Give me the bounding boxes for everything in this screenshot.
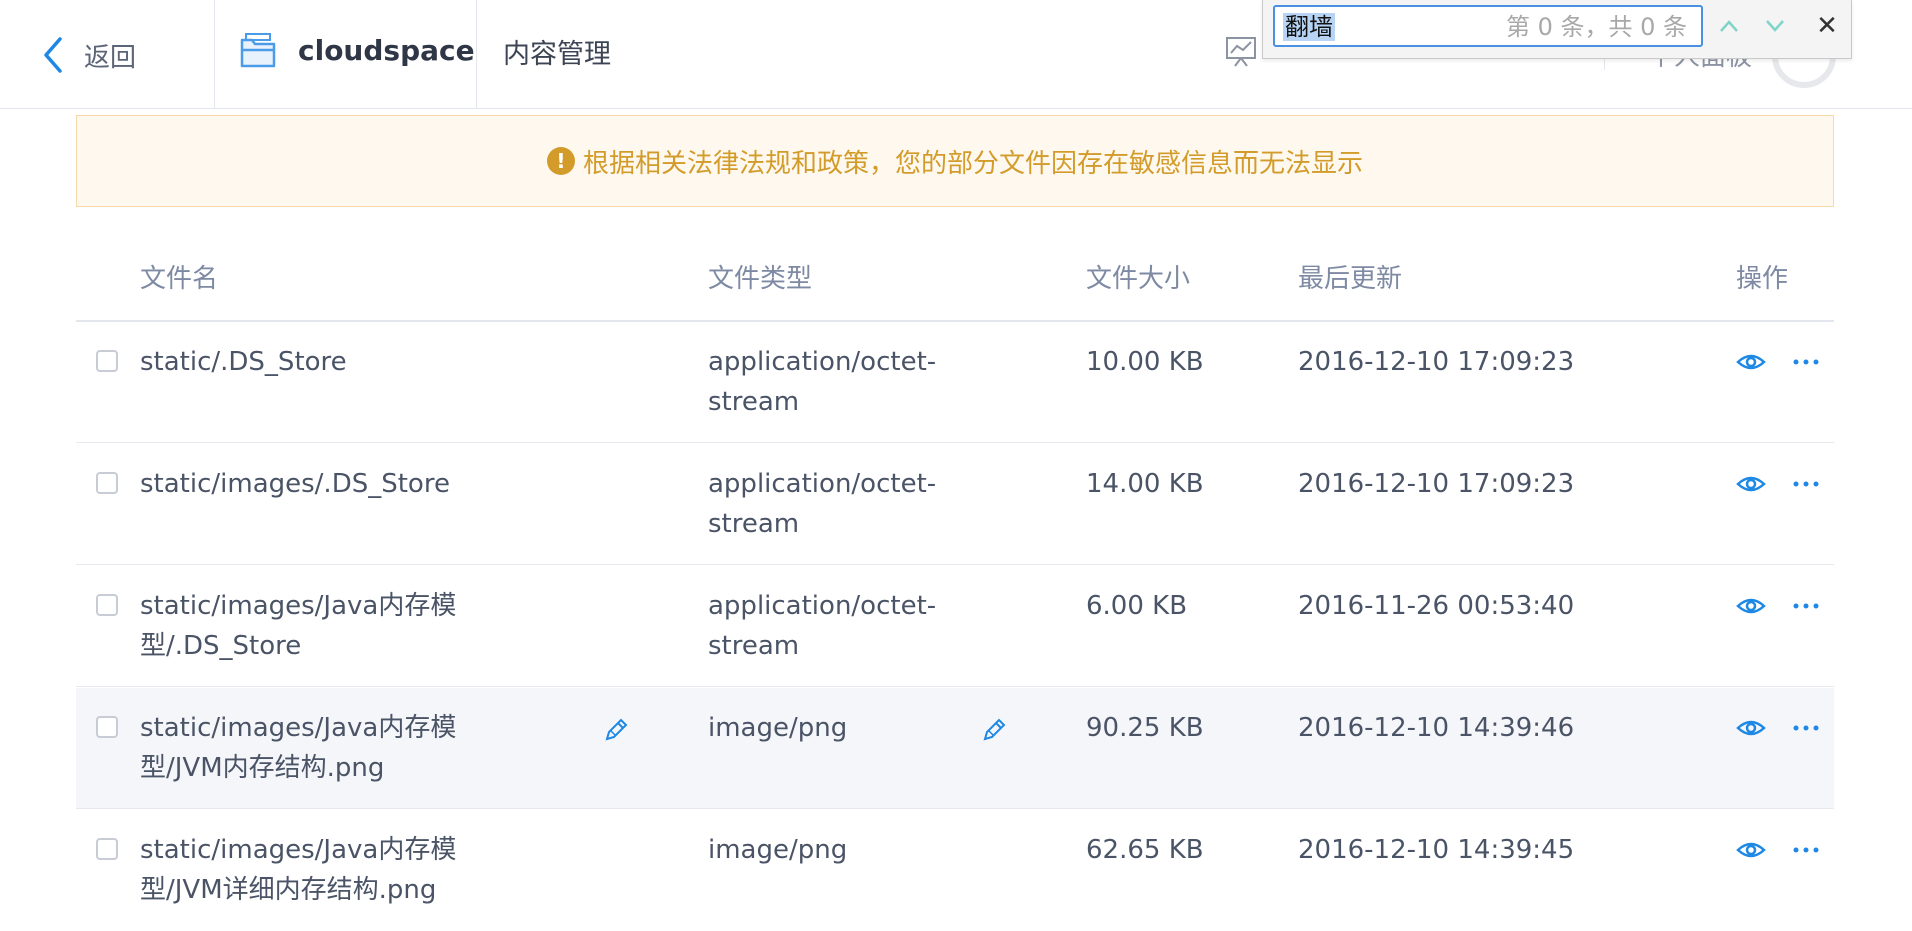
row-checkbox[interactable] <box>96 838 118 860</box>
pencil-icon[interactable] <box>602 716 630 744</box>
header-divider <box>476 0 477 108</box>
file-updated: 2016-12-10 14:39:45 <box>1298 835 1575 865</box>
find-next-button[interactable] <box>1757 10 1793 42</box>
table-row[interactable]: static/images/Java内存模型/JVM详细内存结构.png ima… <box>76 810 1834 931</box>
pencil-icon[interactable] <box>980 716 1008 744</box>
file-name[interactable]: static/images/Java内存模型/JVM详细内存结构.png <box>140 830 500 910</box>
find-match-count: 第 0 条，共 0 条 <box>1505 13 1687 41</box>
find-query: 翻墙 <box>1283 13 1335 41</box>
row-checkbox[interactable] <box>96 472 118 494</box>
file-type: application/octet-stream <box>708 591 937 661</box>
file-updated: 2016-12-10 17:09:23 <box>1298 469 1575 499</box>
row-checkbox[interactable] <box>96 716 118 738</box>
row-checkbox[interactable] <box>96 594 118 616</box>
file-name[interactable]: static/images/Java内存模型/.DS_Store <box>140 586 500 666</box>
column-header-actions: 操作 <box>1736 264 1789 294</box>
module-title: 内容管理 <box>503 39 611 70</box>
table-row[interactable]: static/images/.DS_Store application/octe… <box>76 444 1834 565</box>
file-updated: 2016-11-26 00:53:40 <box>1298 591 1575 621</box>
file-size: 6.00 KB <box>1086 591 1188 621</box>
file-updated: 2016-12-10 17:09:23 <box>1298 347 1575 377</box>
eye-icon[interactable] <box>1736 350 1766 374</box>
file-type: application/octet-stream <box>708 469 937 539</box>
file-name[interactable]: static/.DS_Store <box>140 342 500 382</box>
header-divider <box>214 0 215 108</box>
bucket-folder-icon <box>240 33 276 68</box>
eye-icon[interactable] <box>1736 838 1766 862</box>
close-icon: ✕ <box>1816 11 1838 41</box>
back-label: 返回 <box>84 42 137 73</box>
eye-icon[interactable] <box>1736 716 1766 740</box>
exclamation-circle-icon: ! <box>546 147 575 175</box>
sensitive-content-notice: ! 根据相关法律法规和政策，您的部分文件因存在敏感信息而无法显示 <box>76 115 1834 207</box>
file-type: image/png <box>708 713 848 743</box>
chevron-down-icon <box>1766 20 1784 32</box>
row-checkbox[interactable] <box>96 350 118 372</box>
file-name[interactable]: static/images/Java内存模型/JVM内存结构.png <box>140 708 500 788</box>
find-input[interactable]: 翻墙 第 0 条，共 0 条 <box>1273 5 1703 47</box>
file-size: 14.00 KB <box>1086 469 1204 499</box>
table-row[interactable]: static/.DS_Store application/octet-strea… <box>76 322 1834 443</box>
find-bar: 翻墙 第 0 条，共 0 条 ✕ <box>1262 0 1852 59</box>
file-size: 62.65 KB <box>1086 835 1204 865</box>
chevron-left-icon <box>44 37 62 73</box>
back-button[interactable]: 返回 <box>40 30 136 80</box>
more-icon[interactable] <box>1792 838 1820 862</box>
file-updated: 2016-12-10 14:39:46 <box>1298 713 1575 743</box>
brand: cloudspace <box>238 30 475 70</box>
bucket-name: cloudspace <box>298 33 475 67</box>
notice-text: 根据相关法律法规和政策，您的部分文件因存在敏感信息而无法显示 <box>582 148 1363 179</box>
chevron-up-icon <box>1720 20 1738 32</box>
file-name[interactable]: static/images/.DS_Store <box>140 464 500 504</box>
file-type: image/png <box>708 835 848 865</box>
column-header-updated[interactable]: 最后更新 <box>1298 258 1402 295</box>
column-header-name[interactable]: 文件名 <box>140 258 218 295</box>
table-row[interactable]: static/images/Java内存模型/JVM内存结构.png image… <box>76 688 1834 809</box>
find-close-button[interactable]: ✕ <box>1811 8 1843 44</box>
file-size: 90.25 KB <box>1086 713 1204 743</box>
more-icon[interactable] <box>1792 594 1820 618</box>
eye-icon[interactable] <box>1736 472 1766 496</box>
more-icon[interactable] <box>1792 716 1820 740</box>
more-icon[interactable] <box>1792 472 1820 496</box>
find-previous-button[interactable] <box>1711 10 1747 42</box>
table-row[interactable]: static/images/Java内存模型/.DS_Store applica… <box>76 566 1834 687</box>
column-header-type[interactable]: 文件类型 <box>708 258 812 295</box>
file-size: 10.00 KB <box>1086 347 1204 377</box>
chart-icon[interactable] <box>1224 34 1258 68</box>
file-type: application/octet-stream <box>708 347 937 417</box>
column-header-size[interactable]: 文件大小 <box>1086 258 1190 295</box>
eye-icon[interactable] <box>1736 594 1766 618</box>
more-icon[interactable] <box>1792 350 1820 374</box>
